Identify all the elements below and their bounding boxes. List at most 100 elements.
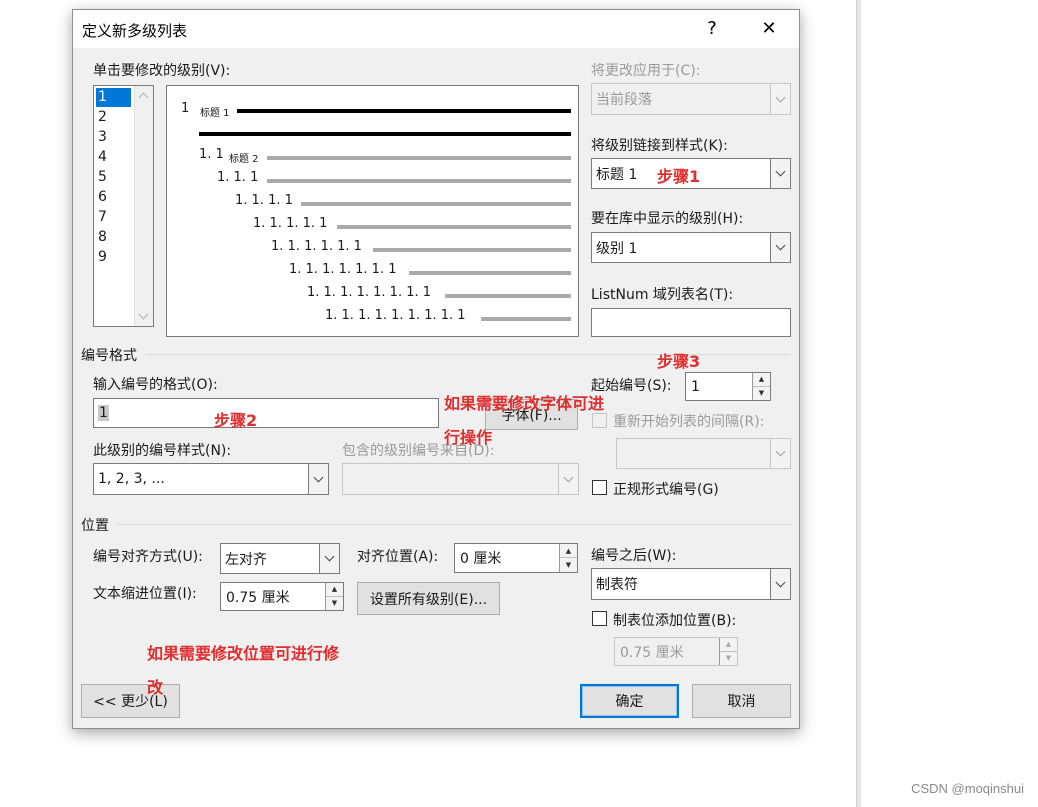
watermark: CSDN @moqinshui	[911, 781, 1024, 796]
follow-number-label: 编号之后(W):	[591, 548, 677, 564]
set-all-levels-button[interactable]: 设置所有级别(E)...	[357, 582, 500, 615]
annotation-position-note-line1: 如果需要修改位置可进行修	[147, 644, 340, 663]
level-item-7[interactable]: 7	[96, 208, 131, 227]
number-format-section-title: 编号格式	[81, 348, 137, 364]
position-section-title: 位置	[81, 518, 109, 534]
dialog-title: 定义新多级列表	[82, 22, 188, 40]
annotation-step2: 步骤2	[214, 411, 258, 430]
spin-up-icon[interactable]: ▲	[753, 373, 770, 387]
scroll-up-icon[interactable]	[138, 92, 149, 103]
preview-number-9: 1. 1. 1. 1. 1. 1. 1. 1. 1	[325, 308, 466, 323]
level-item-9[interactable]: 9	[96, 248, 131, 267]
follow-number-select[interactable]: 制表符	[591, 568, 791, 600]
align-at-value: 0 厘米	[460, 551, 502, 567]
scroll-down-icon[interactable]	[138, 309, 149, 320]
preview-style-1: 标题 1	[200, 108, 230, 119]
chevron-down-icon[interactable]	[770, 439, 790, 468]
level-list-scrollbar[interactable]	[134, 86, 153, 326]
preview-line-8	[445, 294, 571, 298]
include-level-select[interactable]	[342, 463, 579, 495]
ok-button[interactable]: 确定	[580, 684, 679, 718]
chevron-down-icon[interactable]	[319, 544, 339, 573]
indent-value: 0.75 厘米	[226, 589, 290, 606]
position-divider	[117, 524, 791, 525]
level-item-8[interactable]: 8	[96, 228, 131, 247]
list-preview: 1 标题 1 1. 1 标题 2 1. 1. 1 1. 1. 1. 1 1. 1…	[166, 85, 579, 337]
restart-label: 重新开始列表的间隔(R):	[613, 414, 765, 430]
restart-checkbox[interactable]	[592, 413, 607, 428]
annotation-font-note-line1: 如果需要修改字体可进	[444, 394, 605, 413]
spin-down-icon[interactable]: ▼	[560, 558, 577, 572]
preview-number-2: 1. 1	[199, 147, 224, 162]
less-button[interactable]: << 更少(L)	[81, 684, 180, 718]
preview-number-6: 1. 1. 1. 1. 1. 1	[271, 239, 362, 254]
apply-to-label: 将更改应用于(C):	[591, 63, 701, 79]
preview-line-7	[409, 271, 571, 275]
apply-to-select[interactable]: 当前段落	[591, 83, 791, 115]
gallery-level-label: 要在库中显示的级别(H):	[591, 211, 744, 227]
listnum-input[interactable]	[591, 308, 791, 337]
follow-number-value: 制表符	[596, 577, 638, 593]
tab-stop-spinner[interactable]: 0.75 厘米 ▲ ▼	[614, 637, 738, 666]
tab-stop-value: 0.75 厘米	[620, 644, 684, 661]
level-item-4[interactable]: 4	[96, 148, 131, 167]
gallery-level-value: 级别 1	[596, 240, 638, 257]
chevron-down-icon[interactable]	[770, 233, 790, 262]
level-item-1[interactable]: 1	[96, 88, 131, 107]
level-listbox[interactable]: 1 2 3 4 5 6 7 8 9	[93, 85, 154, 327]
chevron-down-icon[interactable]	[770, 569, 790, 599]
annotation-step3: 步骤3	[657, 352, 701, 371]
number-style-label: 此级别的编号样式(N):	[93, 443, 232, 459]
format-label: 输入编号的格式(O):	[93, 377, 218, 393]
indent-label: 文本缩进位置(I):	[93, 586, 197, 602]
preview-number-8: 1. 1. 1. 1. 1. 1. 1. 1	[307, 285, 432, 300]
number-style-select[interactable]: 1, 2, 3, ...	[93, 463, 329, 495]
number-format-input[interactable]: 1	[93, 398, 439, 428]
chevron-down-icon[interactable]	[770, 159, 790, 188]
listnum-label: ListNum 域列表名(T):	[591, 287, 734, 303]
document-edge	[856, 0, 861, 807]
preview-line-9	[481, 317, 571, 321]
align-at-label: 对齐位置(A):	[357, 549, 439, 565]
spin-down-icon[interactable]: ▼	[326, 596, 343, 610]
start-at-spinner[interactable]: 1 ▲ ▼	[685, 372, 771, 401]
align-select[interactable]: 左对齐	[220, 543, 340, 574]
level-item-2[interactable]: 2	[96, 108, 131, 127]
preview-number-7: 1. 1. 1. 1. 1. 1. 1	[289, 262, 397, 277]
annotation-position-note-line2: 改	[147, 678, 164, 697]
restart-select[interactable]	[616, 438, 791, 469]
align-label: 编号对齐方式(U):	[93, 549, 203, 565]
preview-line-5	[337, 225, 571, 229]
spin-down-icon[interactable]: ▼	[753, 386, 770, 400]
preview-number-4: 1. 1. 1. 1	[235, 193, 293, 208]
spin-down-icon[interactable]: ▼	[720, 651, 737, 665]
number-style-value: 1, 2, 3, ...	[98, 471, 165, 487]
start-at-value: 1	[691, 378, 700, 395]
apply-to-value: 当前段落	[596, 92, 652, 108]
level-item-5[interactable]: 5	[96, 168, 131, 187]
indent-spinner[interactable]: 0.75 厘米 ▲ ▼	[220, 582, 344, 611]
spin-up-icon[interactable]: ▲	[326, 583, 343, 597]
level-item-6[interactable]: 6	[96, 188, 131, 207]
spin-up-icon[interactable]: ▲	[720, 638, 737, 652]
preview-line-2	[267, 156, 571, 160]
preview-line-4	[301, 202, 571, 206]
annotation-font-note-line2: 行操作	[444, 428, 493, 447]
spin-up-icon[interactable]: ▲	[560, 544, 577, 558]
chevron-down-icon[interactable]	[770, 84, 790, 114]
chevron-down-icon[interactable]	[308, 464, 328, 494]
help-button[interactable]: ?	[690, 12, 734, 46]
align-at-spinner[interactable]: 0 厘米 ▲ ▼	[454, 543, 578, 573]
preview-number-5: 1. 1. 1. 1. 1	[253, 216, 328, 231]
preview-style-2: 标题 2	[229, 154, 259, 165]
number-format-value: 1	[98, 405, 109, 421]
tab-stop-checkbox[interactable]	[592, 611, 607, 626]
cancel-button[interactable]: 取消	[692, 684, 791, 718]
level-item-3[interactable]: 3	[96, 128, 131, 147]
preview-number-1: 1	[181, 101, 190, 116]
chevron-down-icon[interactable]	[558, 464, 578, 494]
legal-numbering-checkbox[interactable]	[592, 480, 607, 495]
gallery-level-select[interactable]: 级别 1	[591, 232, 791, 263]
close-icon[interactable]: ✕	[747, 12, 791, 46]
preview-line-1b	[199, 132, 571, 136]
